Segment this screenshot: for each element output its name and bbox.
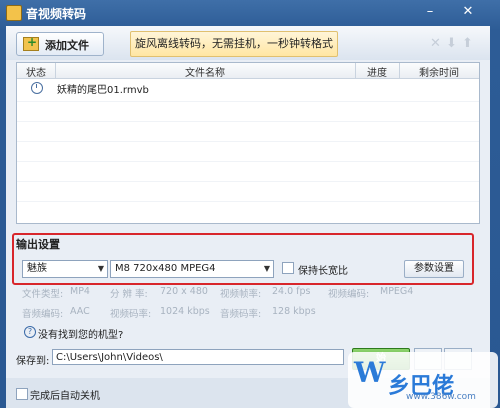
header-progress: 进度 (367, 68, 387, 79)
auto-shutdown-checkbox[interactable] (16, 388, 28, 400)
params-button[interactable]: 参数设置 (404, 260, 464, 278)
table-header: 状态 文件名称 进度 剩余时间 (17, 63, 479, 79)
file-table: 状态 文件名称 进度 剩余时间 妖精的尾巴01.rmvb (16, 62, 480, 224)
header-filename: 文件名称 (185, 68, 225, 79)
promo-banner[interactable]: 旋风离线转码，无需挂机，一秒钟转格式 (130, 31, 338, 57)
folder-add-icon (23, 35, 39, 51)
model-help-link[interactable]: 没有找到您的机型? (38, 326, 123, 341)
help-icon: ? (24, 326, 36, 338)
info-label: 音频码率: (220, 309, 262, 320)
clock-icon (31, 82, 43, 94)
toolbar: 添加文件 旋风离线转码，无需挂机，一秒钟转格式 ✕ ⬇ ⬆ (6, 26, 490, 60)
file-name: 妖精的尾巴01.rmvb (57, 85, 149, 96)
format-value: M8 720x480 MPEG4 (115, 263, 216, 274)
info-label: 视频编码: (328, 289, 370, 300)
info-value: MP4 (70, 286, 90, 297)
format-select[interactable]: M8 720x480 MPEG4 ▼ (110, 260, 274, 278)
table-row[interactable]: 妖精的尾巴01.rmvb (17, 79, 479, 99)
chevron-down-icon: ▼ (97, 264, 104, 273)
close-button[interactable]: ✕ (458, 4, 478, 20)
info-label: 视频码率: (110, 309, 152, 320)
move-down-icon[interactable]: ⬇ (446, 36, 457, 51)
save-path-input[interactable]: C:\Users\John\Videos\ (52, 349, 344, 365)
chevron-down-icon: ▼ (263, 264, 270, 273)
keep-ratio-label: 保持长宽比 (298, 266, 348, 277)
window-title: 音视频转码 (26, 7, 87, 21)
info-label: 视频帧率: (220, 289, 262, 300)
watermark-logo: W (354, 356, 386, 389)
title-bar: 音视频转码 – ✕ (0, 0, 500, 26)
save-to-label: 保存到: (16, 356, 50, 367)
auto-shutdown-label: 完成后自动关机 (30, 391, 100, 402)
header-status: 状态 (26, 68, 46, 79)
info-value: 1024 kbps (160, 306, 210, 317)
delete-icon[interactable]: ✕ (430, 36, 441, 51)
add-file-label: 添加文件 (45, 39, 89, 52)
info-label: 文件类型: (22, 289, 64, 300)
watermark-url: www.386w.com (406, 392, 476, 402)
info-value: AAC (70, 306, 90, 317)
info-value: 720 x 480 (160, 286, 208, 297)
keep-ratio-checkbox[interactable] (282, 262, 294, 274)
info-label: 分 辨 率: (110, 289, 148, 300)
main-panel: 添加文件 旋风离线转码，无需挂机，一秒钟转格式 ✕ ⬇ ⬆ 状态 文件名称 进度… (6, 26, 490, 408)
converter-window: 音视频转码 – ✕ 添加文件 旋风离线转码，无需挂机，一秒钟转格式 ✕ ⬇ ⬆ … (0, 0, 500, 408)
watermark: W 乡巴佬 www.386w.com (348, 352, 498, 408)
info-value: 24.0 fps (272, 286, 311, 297)
info-value: 128 kbps (272, 306, 316, 317)
app-icon (6, 5, 22, 21)
info-label: 音频编码: (22, 309, 64, 320)
device-select[interactable]: 魅族 ▼ (22, 260, 108, 278)
header-remaining: 剩余时间 (419, 68, 459, 79)
device-value: 魅族 (27, 263, 47, 274)
info-value: MPEG4 (380, 286, 414, 297)
add-file-button[interactable]: 添加文件 (16, 32, 104, 56)
minimize-button[interactable]: – (420, 4, 440, 20)
move-up-icon[interactable]: ⬆ (462, 36, 473, 51)
